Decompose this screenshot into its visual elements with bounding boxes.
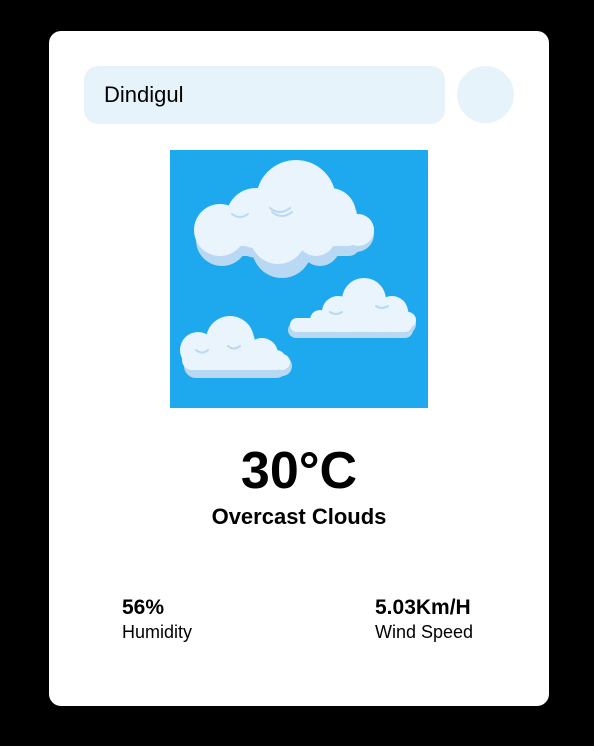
weather-condition: Overcast Clouds — [211, 504, 387, 529]
wind-stat: 5.03Km/H Wind Speed — [375, 595, 473, 643]
humidity-label: Humidity — [122, 622, 193, 642]
temperature-value: 30°C — [240, 442, 358, 500]
city-search-input[interactable] — [84, 66, 445, 124]
clouds-icon — [170, 150, 428, 408]
search-bar — [84, 66, 514, 124]
wind-speed-value: 5.03Km/H — [375, 596, 471, 619]
humidity-value: 56% — [122, 596, 165, 619]
weather-card: 30°C Overcast Clouds 56% Humidity 5.03Km… — [49, 31, 549, 706]
humidity-stat: 56% Humidity — [122, 595, 192, 643]
wind-speed-label: Wind Speed — [375, 622, 474, 642]
search-button[interactable] — [457, 66, 514, 123]
